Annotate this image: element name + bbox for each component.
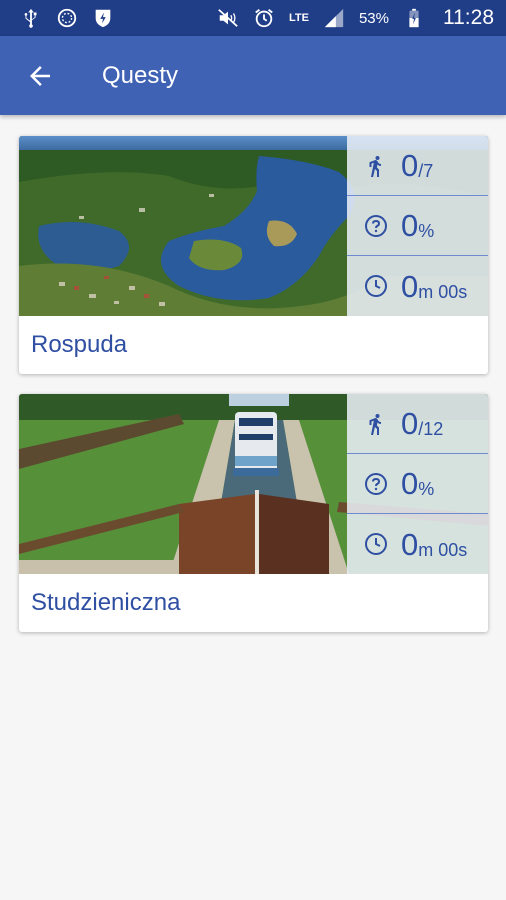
quest-title: Rospuda [31,331,128,358]
clock-icon [363,273,389,299]
stat-percent: 0 % [347,454,488,514]
status-bar-left [20,7,114,29]
minutes-value: 0 [401,268,419,304]
boat [233,412,279,476]
status-bar-right: LTE 53% 11:28 [217,6,494,30]
usb-icon [20,7,42,29]
minutes-value: 0 [401,526,419,562]
percent-value: 0 [401,208,419,243]
steps-total: /7 [418,161,434,181]
quest-card-studzieniczna[interactable]: 0 /12 0 % 0 m 00s Studzieniczna [19,394,488,632]
seconds-value: 00s [438,540,468,560]
clock-icon [363,531,389,557]
stat-time: 0 m 00s [347,514,488,574]
battery-percent: 53% [358,9,389,27]
status-bar: LTE 53% 11:28 [0,0,506,36]
battery-icon [403,7,425,29]
percent-unit: % [418,479,435,499]
signal-icon [323,7,345,29]
question-icon [363,213,389,239]
alarm-icon [253,7,275,29]
percent-value: 0 [401,466,419,501]
navigation-icon [56,7,78,29]
seconds-value: 00s [438,282,468,302]
steps-total: /12 [418,419,444,439]
arrow-back-icon [25,61,55,91]
walk-icon [363,411,389,437]
stat-percent: 0 % [347,196,488,256]
minutes-unit: m [418,282,434,302]
quest-card-rospuda[interactable]: 0 /7 0 % 0 m 00s Rospuda [19,136,488,374]
percent-unit: % [418,221,435,241]
back-button[interactable] [0,36,80,115]
steps-value: 0 [401,148,419,183]
shield-icon [92,7,114,29]
clock: 11:28 [443,6,494,29]
network-type: LTE [289,12,309,24]
steps-value: 0 [401,406,419,441]
stat-time: 0 m 00s [347,256,488,316]
quest-stats: 0 /7 0 % 0 m 00s [347,136,488,316]
page-title: Questy [102,61,179,89]
question-icon [363,471,389,497]
minutes-unit: m [418,540,434,560]
app-bar: Questy [0,36,506,115]
quest-title: Studzieniczna [31,589,181,616]
quest-stats: 0 /12 0 % 0 m 00s [347,394,488,574]
stat-steps: 0 /7 [347,136,488,196]
stat-steps: 0 /12 [347,394,488,454]
walk-icon [363,153,389,179]
mute-icon [217,7,239,29]
